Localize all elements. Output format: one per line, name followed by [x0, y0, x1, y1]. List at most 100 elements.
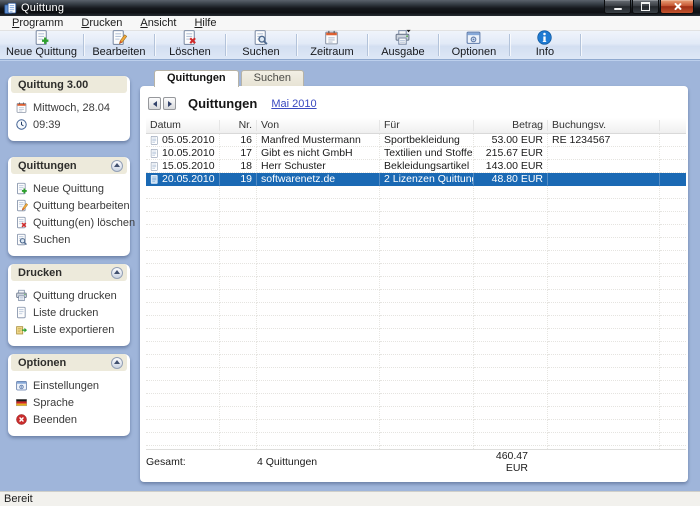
search-receipt-icon — [15, 233, 28, 246]
previous-month-button[interactable] — [148, 97, 161, 110]
sidebar-panel-drucken: Drucken Quittung druckenListe druckenList… — [8, 264, 130, 346]
sidebar-item-quittung-en-löschen[interactable]: Quittung(en) löschen — [15, 214, 125, 231]
toolbar-button-zeitraum[interactable]: Zeitraum — [297, 31, 367, 59]
settings-window-icon — [15, 379, 28, 392]
close-button[interactable] — [660, 0, 694, 14]
chevron-right-icon — [168, 101, 172, 107]
column-header-von[interactable]: Von — [257, 120, 380, 131]
minimize-icon — [614, 8, 622, 10]
chevron-up-icon — [114, 360, 120, 364]
table-footer: Gesamt: 4 Quittungen 460.47 EUR — [146, 449, 686, 474]
empty-row — [146, 264, 686, 277]
empty-row — [146, 290, 686, 303]
tab-suchen[interactable]: Suchen — [241, 70, 304, 86]
workspace: Quittung 3.00 Mittwoch, 28.04 09:39 Quit… — [0, 60, 700, 491]
empty-row — [146, 186, 686, 199]
receipt-row-15-05-2010[interactable]: 15.05.201018Herr SchusterBekleidungsarti… — [146, 160, 686, 173]
menu-item-programm[interactable]: Programm — [3, 16, 72, 30]
receipt-doc-icon-selected — [150, 174, 159, 185]
toolbar-button-suchen[interactable]: Suchen — [226, 31, 296, 59]
empty-row — [146, 277, 686, 290]
sidebar-item-liste-exportieren[interactable]: Liste exportieren — [15, 321, 125, 338]
sidebar-item-quittung-bearbeiten[interactable]: Quittung bearbeiten — [15, 197, 125, 214]
menu-item-drucken[interactable]: Drucken — [72, 16, 131, 30]
empty-row — [146, 394, 686, 407]
menu-item-ansicht[interactable]: Ansicht — [131, 16, 185, 30]
menubar: ProgrammDruckenAnsichtHilfe — [0, 16, 700, 31]
toolbar-button-optionen[interactable]: Optionen — [439, 31, 509, 59]
status-text: Bereit — [4, 493, 33, 505]
window-controls — [604, 0, 694, 13]
receipt-list-panel: Quittungen Mai 2010 DatumNr.VonFürBetrag… — [140, 86, 688, 482]
menu-item-hilfe[interactable]: Hilfe — [185, 16, 225, 30]
toolbar-button-löschen[interactable]: Löschen — [155, 31, 225, 59]
column-header-datum[interactable]: Datum — [146, 120, 220, 131]
receipt-row-05-05-2010[interactable]: 05.05.201016Manfred MustermannSportbekle… — [146, 134, 686, 147]
column-header-für[interactable]: Für — [380, 120, 474, 131]
calendar-icon — [323, 29, 340, 46]
empty-row — [146, 342, 686, 355]
new-receipt-icon — [33, 29, 50, 46]
export-icon — [15, 323, 28, 336]
month-link[interactable]: Mai 2010 — [271, 98, 316, 110]
minimize-button[interactable] — [604, 0, 631, 14]
column-header-betrag[interactable]: Betrag — [474, 120, 548, 131]
table-header: DatumNr.VonFürBetragBuchungsv. — [146, 118, 686, 134]
sidebar-item-einstellungen[interactable]: Einstellungen — [15, 377, 125, 394]
sidebar-item-neue-quittung[interactable]: Neue Quittung — [15, 180, 125, 197]
empty-row — [146, 251, 686, 264]
collapse-button[interactable] — [111, 357, 123, 369]
window-title: Quittung — [21, 2, 64, 14]
tab-quittungen[interactable]: Quittungen — [154, 70, 239, 87]
panel-title: Drucken — [18, 267, 62, 279]
receipt-row-20-05-2010[interactable]: 20.05.201019softwarenetz.de2 Lizenzen Qu… — [146, 173, 686, 186]
empty-row — [146, 368, 686, 381]
clock-icon — [15, 118, 28, 131]
titlebar: Quittung — [0, 0, 700, 16]
empty-row — [146, 199, 686, 212]
toolbar-button-info[interactable]: Info — [510, 31, 580, 59]
empty-row — [146, 225, 686, 238]
german-flag-icon — [15, 396, 28, 409]
calendar-icon — [15, 101, 28, 114]
app-icon — [4, 2, 17, 15]
sidebar-item-beenden[interactable]: Beenden — [15, 411, 125, 428]
empty-row — [146, 355, 686, 368]
print-dropdown-icon — [394, 29, 411, 46]
column-header-buchungsv[interactable]: Buchungsv. — [548, 120, 660, 131]
main-area: QuittungenSuchen Quittungen Mai 2010 Dat… — [140, 61, 688, 491]
empty-row — [146, 212, 686, 225]
receipt-row-10-05-2010[interactable]: 10.05.201017Gibt es nicht GmbHTextilien … — [146, 147, 686, 160]
receipt-doc-icon — [150, 148, 159, 159]
toolbar-button-ausgabe[interactable]: Ausgabe — [368, 31, 438, 59]
sidebar-item-suchen[interactable]: Suchen — [15, 231, 125, 248]
list-toolbar: Quittungen Mai 2010 — [146, 94, 686, 118]
empty-row — [146, 407, 686, 420]
toolbar-button-neue-quittung[interactable]: Neue Quittung — [0, 31, 83, 59]
panel-title: Optionen — [18, 357, 66, 369]
quit-icon — [15, 413, 28, 426]
receipt-doc-icon — [150, 161, 159, 172]
chevron-up-icon — [114, 270, 120, 274]
collapse-button[interactable] — [111, 267, 123, 279]
tab-bar: QuittungenSuchen — [154, 70, 688, 86]
receipt-count: 4 Quittungen — [257, 456, 380, 468]
receipt-doc-icon — [150, 135, 159, 146]
column-header-nr[interactable]: Nr. — [220, 120, 257, 131]
sidebar-item-quittung-drucken[interactable]: Quittung drucken — [15, 287, 125, 304]
maximize-button[interactable] — [632, 0, 659, 14]
next-month-button[interactable] — [163, 97, 176, 110]
edit-receipt-icon — [110, 29, 127, 46]
delete-receipt-icon — [181, 29, 198, 46]
document-icon — [15, 306, 28, 319]
edit-receipt-icon — [15, 199, 28, 212]
search-receipt-icon — [252, 29, 269, 46]
collapse-button[interactable] — [111, 160, 123, 172]
sidebar-item-liste-drucken[interactable]: Liste drucken — [15, 304, 125, 321]
table-body: 05.05.201016Manfred MustermannSportbekle… — [146, 134, 686, 450]
sidebar-panel-info: Quittung 3.00 Mittwoch, 28.04 09:39 — [8, 76, 130, 141]
sidebar-item-sprache[interactable]: Sprache — [15, 394, 125, 411]
current-time: 09:39 — [15, 116, 125, 133]
empty-row — [146, 329, 686, 342]
toolbar-button-bearbeiten[interactable]: Bearbeiten — [84, 31, 154, 59]
